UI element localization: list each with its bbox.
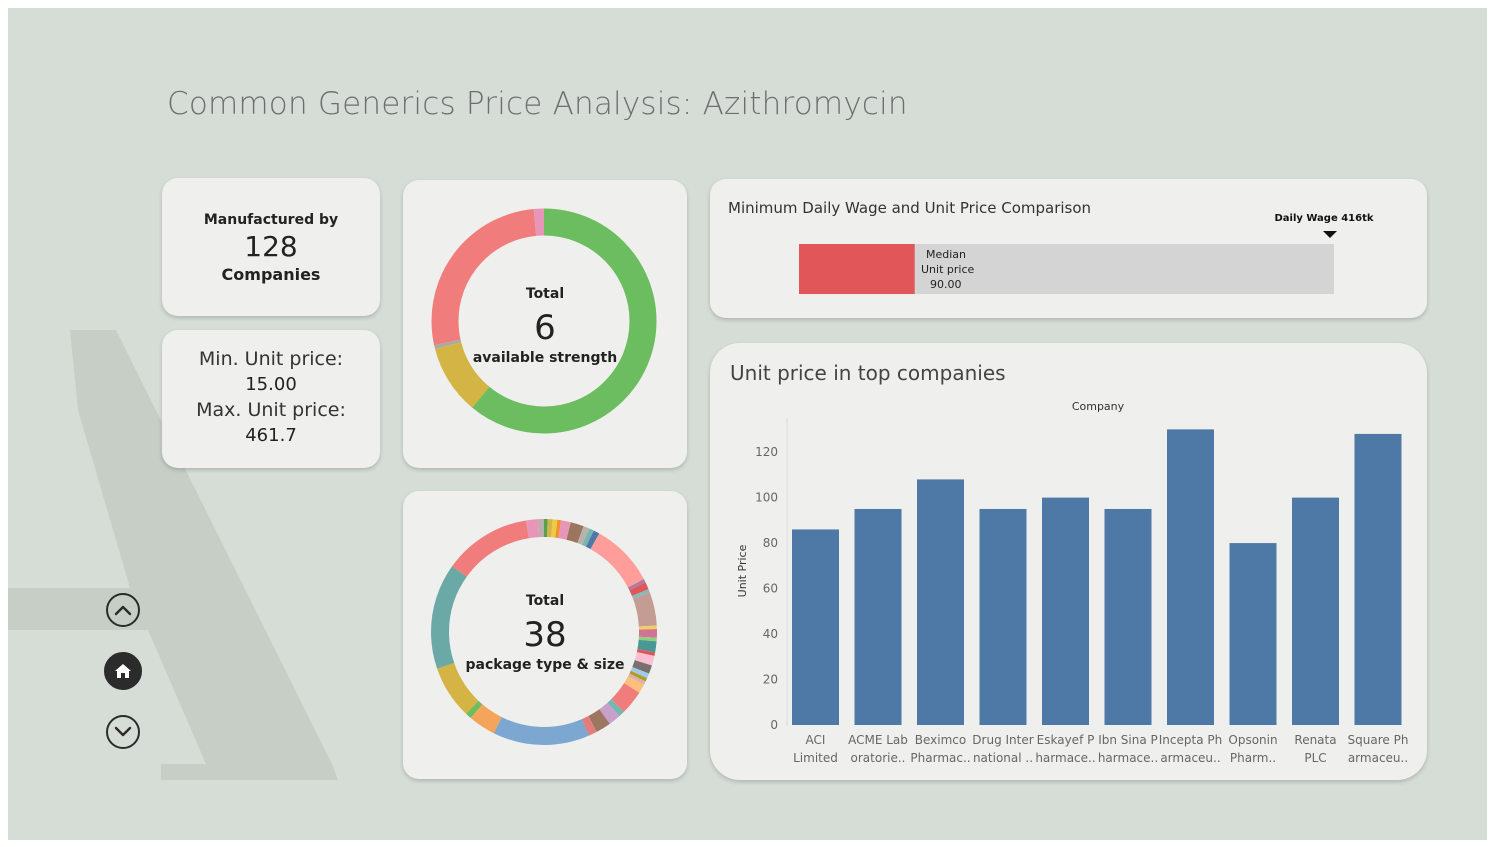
wage-marker-label: Daily Wage 416tk [1274, 213, 1373, 224]
x-tick-label: oratorie.. [851, 751, 906, 765]
x-axis-title: Company [1072, 400, 1125, 413]
bar[interactable] [979, 508, 1027, 725]
strength-total-label: Total [525, 286, 565, 302]
strength-donut-center: Total 6 available strength [403, 286, 687, 366]
max-price-value: 461.7 [245, 425, 297, 446]
x-tick-label: harmace.. [1098, 751, 1158, 765]
package-total-label: Total [525, 593, 565, 609]
wage-comparison-card: Minimum Daily Wage and Unit Price Compar… [710, 179, 1427, 318]
strength-sublabel: available strength [472, 350, 618, 366]
y-tick-label: 120 [755, 445, 778, 459]
x-tick-label: Pharm.. [1230, 751, 1276, 765]
company-price-bar-chart: Company Unit Price 0 20 40 60 80 100 120 ACI Lim… [736, 400, 1409, 765]
median-value: 90.00 [930, 278, 962, 291]
x-tick-label: national .. [973, 751, 1033, 765]
x-tick-label: Opsonin [1228, 733, 1277, 747]
x-tick-label: Ibn Sina P [1098, 733, 1158, 747]
dashboard-canvas: Common Generics Price Analysis: Azithrom… [8, 8, 1487, 840]
companies-sublabel: Companies [221, 265, 321, 284]
bar[interactable] [792, 529, 839, 725]
x-tick-label: Pharmac.. [910, 751, 970, 765]
package-donut-card: Total 38 package type & size [403, 491, 687, 779]
companies-card: Manufactured by 128 Companies [162, 178, 380, 316]
y-tick-label: 60 [763, 582, 778, 596]
bar[interactable] [1229, 543, 1277, 725]
median-price-bar [799, 244, 915, 294]
bar[interactable] [1104, 508, 1152, 725]
y-tick-label: 20 [763, 673, 778, 687]
chevron-down-icon [114, 726, 132, 737]
wage-chart-title: Minimum Daily Wage and Unit Price Compar… [728, 199, 1092, 217]
page-title: Common Generics Price Analysis: Azithrom… [167, 86, 908, 122]
y-tick-label: 80 [763, 536, 778, 550]
x-tick-label: harmace.. [1035, 751, 1095, 765]
strength-count: 6 [534, 308, 556, 348]
companies-count: 128 [244, 230, 298, 263]
wage-marker-icon [1323, 231, 1337, 238]
bar-chart-title: Unit price in top companies [730, 361, 1006, 385]
y-axis-title: Unit Price [736, 544, 749, 597]
min-price-value: 15.00 [245, 374, 297, 395]
x-tick-label: Drug Inter [972, 733, 1033, 747]
scroll-up-button[interactable] [106, 593, 140, 627]
bar[interactable] [854, 508, 902, 725]
company-price-card: Unit price in top companies Company Unit… [710, 343, 1427, 780]
x-tick-label: armaceu.. [1160, 751, 1220, 765]
median-label-line1: Median [926, 248, 966, 261]
home-icon [115, 664, 131, 678]
package-donut-center: Total 38 package type & size [403, 593, 687, 673]
x-tick-label: Square Ph [1348, 733, 1409, 747]
bar[interactable] [1354, 433, 1402, 725]
x-tick-label: ACI [806, 733, 826, 747]
x-tick-label: Limited [793, 751, 838, 765]
price-range-card: Min. Unit price: 15.00 Max. Unit price: … [162, 330, 380, 468]
median-label-line2: Unit price [921, 263, 974, 276]
x-tick-label: ACME Lab [848, 733, 908, 747]
bar[interactable] [1292, 497, 1339, 725]
strength-donut-card: Total 6 available strength [403, 180, 687, 468]
x-tick-label: Incepta Ph [1159, 733, 1222, 747]
package-sublabel: package type & size [465, 657, 625, 673]
y-tick-label: 0 [770, 718, 778, 732]
bar[interactable] [917, 479, 964, 725]
package-count: 38 [523, 615, 567, 655]
chevron-up-icon [114, 605, 132, 616]
y-tick-label: 100 [755, 491, 778, 505]
companies-label: Manufactured by [203, 212, 339, 228]
x-tick-label: armaceu.. [1348, 751, 1408, 765]
min-price-label: Min. Unit price: [198, 348, 344, 370]
x-tick-label: Eskayef P [1037, 733, 1095, 747]
max-price-label: Max. Unit price: [196, 399, 346, 421]
x-tick-label: PLC [1304, 751, 1326, 765]
bar[interactable] [1167, 429, 1214, 725]
bar[interactable] [1042, 497, 1089, 725]
x-tick-label: Beximco [915, 733, 966, 747]
y-tick-label: 40 [763, 627, 778, 641]
x-tick-label: Renata [1294, 733, 1336, 747]
scroll-down-button[interactable] [106, 715, 140, 749]
home-button[interactable] [104, 652, 142, 690]
